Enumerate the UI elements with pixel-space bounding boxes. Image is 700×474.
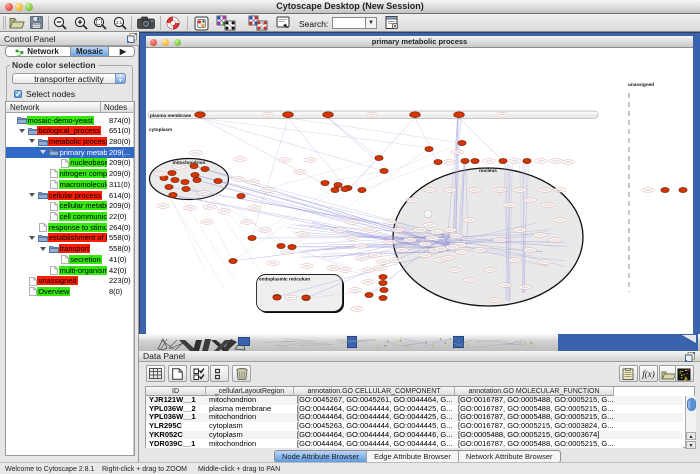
svg-text:mitochondrion: mitochondrion <box>173 160 206 165</box>
svg-text:unassigned: unassigned <box>628 82 654 87</box>
svg-text:nucleus: nucleus <box>479 168 497 173</box>
svg-text:endoplasmic reticulum: endoplasmic reticulum <box>259 277 310 282</box>
svg-text:plasma membrane: plasma membrane <box>150 113 192 118</box>
svg-text:cytoplasm: cytoplasm <box>149 127 172 132</box>
svg-text:f(x): f(x) <box>642 369 655 379</box>
svg-text:1:1: 1:1 <box>116 20 123 25</box>
